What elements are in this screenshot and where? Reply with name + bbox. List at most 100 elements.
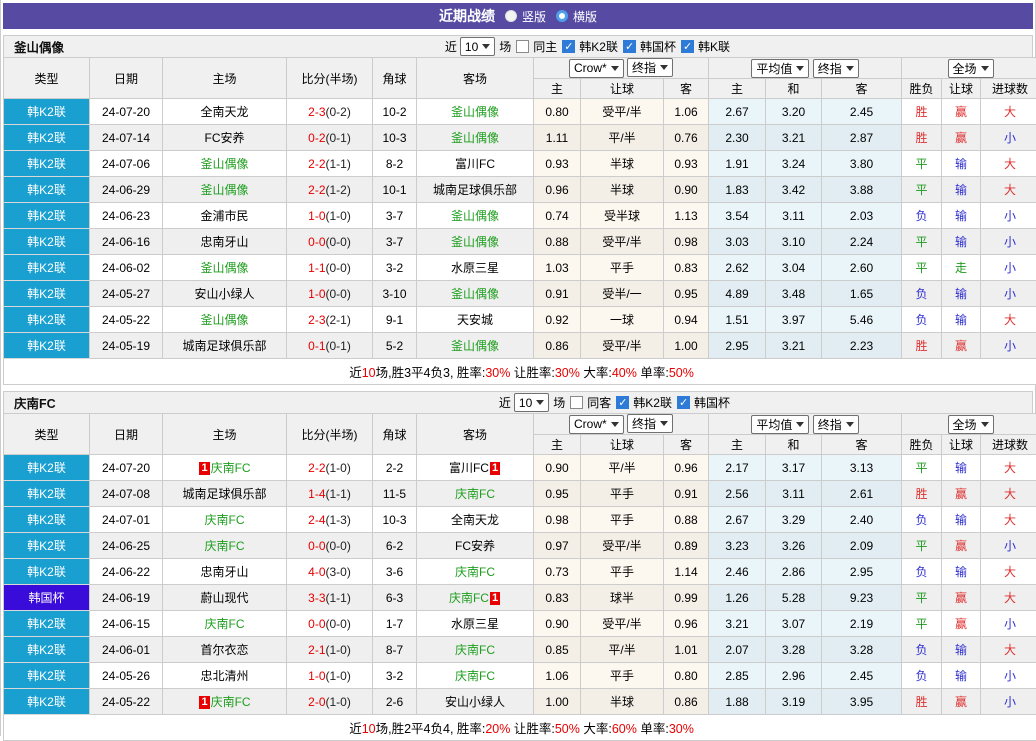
- league-checkbox[interactable]: [616, 396, 629, 409]
- result-handicap: 赢: [942, 125, 981, 151]
- home-team-name[interactable]: 釜山偶像: [200, 183, 248, 197]
- home-team-name[interactable]: 城南足球俱乐部: [182, 339, 266, 353]
- home-team-name[interactable]: 釜山偶像: [200, 157, 248, 171]
- scope-select[interactable]: 全场: [948, 415, 994, 434]
- scope-select[interactable]: 全场: [948, 59, 994, 78]
- chevron-down-icon: [796, 66, 804, 71]
- away-team-name[interactable]: 釜山偶像: [451, 209, 499, 223]
- odds-time-select[interactable]: 终指: [627, 58, 673, 77]
- recent-count-select[interactable]: 10: [514, 393, 549, 412]
- result-goals: 大: [981, 585, 1036, 611]
- same-venue-checkbox[interactable]: [570, 396, 583, 409]
- away-team-name[interactable]: 天安城: [457, 313, 493, 327]
- halftime-score: (2-1): [326, 313, 351, 327]
- league-checkbox[interactable]: [623, 40, 636, 53]
- result-handicap: 赢: [942, 689, 981, 715]
- away-team-name[interactable]: 釜山偶像: [451, 287, 499, 301]
- away-team-name[interactable]: 水原三星: [451, 261, 499, 275]
- home-team-name[interactable]: 首尔衣恋: [200, 643, 248, 657]
- away-team-name[interactable]: 釜山偶像: [451, 131, 499, 145]
- avg-draw: 5.28: [766, 585, 822, 611]
- team-name[interactable]: 庆南FC: [14, 393, 56, 412]
- home-team-name[interactable]: 庆南FC: [205, 539, 245, 553]
- avg-draw: 3.19: [766, 689, 822, 715]
- same-venue-checkbox[interactable]: [516, 40, 529, 53]
- bookmaker-select[interactable]: Crow*: [569, 59, 624, 78]
- home-team-name[interactable]: 釜山偶像: [200, 313, 248, 327]
- avg-time-select[interactable]: 终指: [813, 59, 859, 78]
- away-team-name[interactable]: FC安养: [455, 539, 495, 553]
- home-team-name[interactable]: 忠南牙山: [200, 565, 248, 579]
- home-team-name[interactable]: 忠北清州: [200, 669, 248, 683]
- home-team-name[interactable]: FC安养: [205, 131, 245, 145]
- home-team-name[interactable]: 安山小绿人: [194, 287, 254, 301]
- recent-count-select[interactable]: 10: [460, 37, 495, 56]
- home-team-cell: 釜山偶像: [163, 177, 287, 203]
- home-team-name[interactable]: 全南天龙: [200, 105, 248, 119]
- away-team-name[interactable]: 水原三星: [451, 617, 499, 631]
- league-checkbox[interactable]: [562, 40, 575, 53]
- result-goals: 大: [981, 559, 1036, 585]
- result-handicap: 赢: [942, 611, 981, 637]
- result-goals: 小: [981, 611, 1036, 637]
- away-team-name[interactable]: 安山小绿人: [445, 695, 505, 709]
- away-team-name[interactable]: 富川FC: [455, 157, 495, 171]
- home-team-name[interactable]: 金浦市民: [200, 209, 248, 223]
- halftime-score: (1-1): [326, 487, 351, 501]
- away-team-name[interactable]: 釜山偶像: [451, 235, 499, 249]
- halftime-score: (1-1): [326, 591, 351, 605]
- table-row: 韩K2联24-06-22忠南牙山4-0(3-0)3-6庆南FC0.73平手1.1…: [4, 559, 1036, 585]
- home-team-name[interactable]: 庆南FC: [205, 617, 245, 631]
- away-team-name[interactable]: 釜山偶像: [451, 339, 499, 353]
- away-team-name[interactable]: 庆南FC: [449, 591, 489, 605]
- away-team-name[interactable]: 庆南FC: [455, 643, 495, 657]
- result-outcome: 负: [902, 203, 942, 229]
- table-row: 韩K2联24-05-27安山小绿人1-0(0-0)3-10釜山偶像0.91受半/…: [4, 281, 1036, 307]
- league-type-badge: 韩K2联: [4, 455, 90, 481]
- result-scope-header: 全场: [902, 58, 1036, 79]
- odds-handicap: 受平/半: [581, 229, 664, 255]
- result-handicap: 输: [942, 307, 981, 333]
- average-select[interactable]: 平均值: [751, 59, 809, 78]
- away-team-name[interactable]: 庆南FC: [455, 565, 495, 579]
- radio-selected-icon[interactable]: [505, 10, 517, 22]
- home-team-name[interactable]: 蔚山现代: [200, 591, 248, 605]
- away-team-name[interactable]: 釜山偶像: [451, 105, 499, 119]
- home-team-name[interactable]: 庆南FC: [211, 461, 251, 475]
- league-type-badge: 韩K2联: [4, 229, 90, 255]
- bookmaker-select[interactable]: Crow*: [569, 415, 624, 434]
- home-team-name[interactable]: 城南足球俱乐部: [182, 487, 266, 501]
- away-team-name[interactable]: 富川FC: [449, 461, 489, 475]
- home-team-name[interactable]: 忠南牙山: [200, 235, 248, 249]
- match-score: 0-2(0-1): [287, 125, 373, 151]
- home-team-name[interactable]: 釜山偶像: [200, 261, 248, 275]
- team-name[interactable]: 釜山偶像: [14, 37, 64, 56]
- home-team-name[interactable]: 庆南FC: [211, 695, 251, 709]
- away-team-name[interactable]: 全南天龙: [451, 513, 499, 527]
- league-checkbox[interactable]: [681, 40, 694, 53]
- odds-handicap: 球半: [581, 585, 664, 611]
- layout-radio-horizontal[interactable]: 横版: [556, 8, 597, 25]
- radio-unselected-icon[interactable]: [556, 10, 568, 22]
- match-date: 24-06-29: [90, 177, 163, 203]
- avg-time-select[interactable]: 终指: [813, 415, 859, 434]
- away-team-name[interactable]: 庆南FC: [455, 669, 495, 683]
- fulltime-score: 0-0: [308, 235, 325, 249]
- home-team-name[interactable]: 庆南FC: [205, 513, 245, 527]
- odds-time-select[interactable]: 终指: [627, 414, 673, 433]
- league-checkbox[interactable]: [677, 396, 690, 409]
- average-select[interactable]: 平均值: [751, 415, 809, 434]
- corner-score: 6-3: [373, 585, 417, 611]
- avg-away: 2.19: [822, 611, 902, 637]
- chevron-down-icon: [660, 421, 668, 426]
- away-team-cell: 釜山偶像: [417, 203, 534, 229]
- away-team-name[interactable]: 城南足球俱乐部: [433, 183, 517, 197]
- result-handicap: 输: [942, 455, 981, 481]
- avg-away: 1.65: [822, 281, 902, 307]
- table-row: 韩K2联24-06-01首尔衣恋2-1(1-0)8-7庆南FC0.85平/半1.…: [4, 637, 1036, 663]
- summary-stat-label: 单率:: [637, 722, 669, 736]
- away-team-name[interactable]: 庆南FC: [455, 487, 495, 501]
- match-date: 24-07-20: [90, 99, 163, 125]
- layout-radio-vertical[interactable]: 竖版: [505, 8, 546, 25]
- home-team-cell: 金浦市民: [163, 203, 287, 229]
